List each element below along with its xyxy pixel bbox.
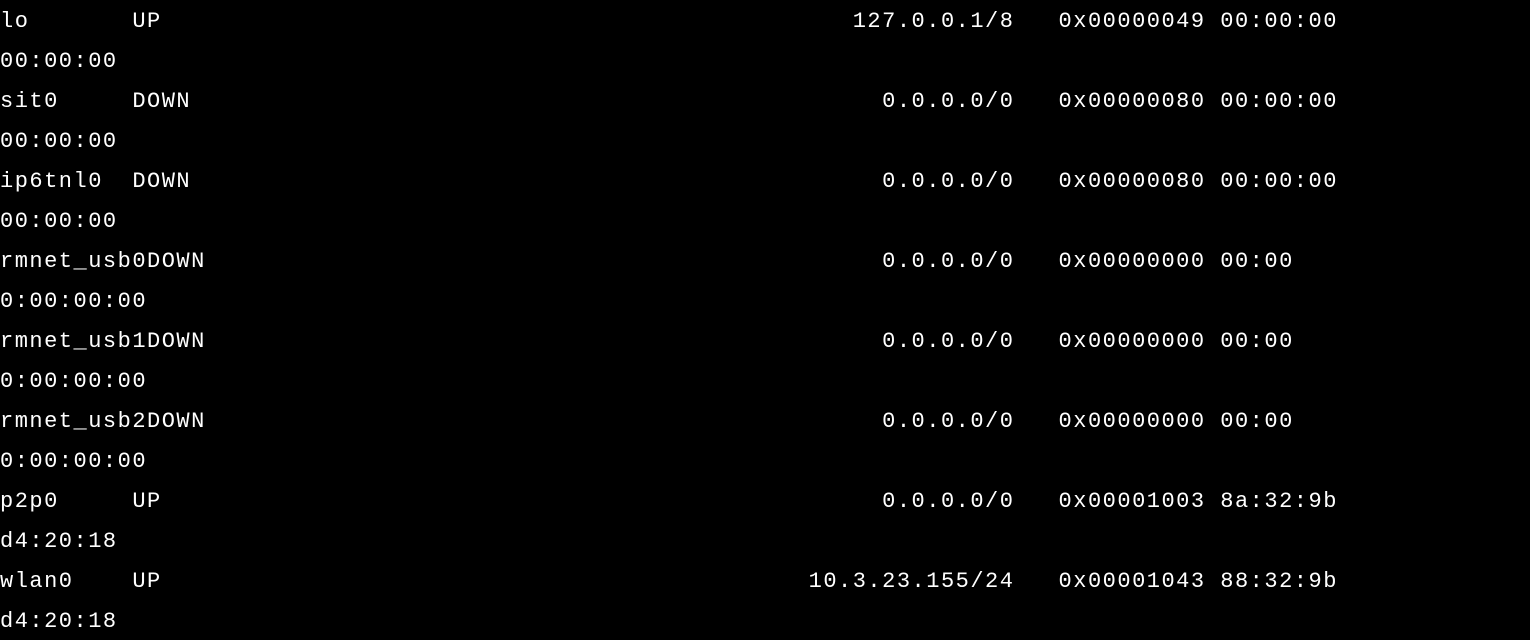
- netcfg-line-cont: 00:00:00: [0, 122, 1530, 162]
- netcfg-line-cont: 00:00:00: [0, 202, 1530, 242]
- netcfg-line: p2p0 UP 0.0.0.0/0 0x00001003 8a:32:9b: [0, 482, 1530, 522]
- netcfg-line: ip6tnl0 DOWN 0.0.0.0/0 0x00000080 00:00:…: [0, 162, 1530, 202]
- netcfg-line: lo UP 127.0.0.1/8 0x00000049 00:00:00: [0, 2, 1530, 42]
- netcfg-line: rmnet_usb1DOWN 0.0.0.0/0 0x00000000 00:0…: [0, 322, 1530, 362]
- netcfg-line-cont: 0:00:00:00: [0, 442, 1530, 482]
- netcfg-line: wlan0 UP 10.3.23.155/24 0x00001043 88:32…: [0, 562, 1530, 602]
- netcfg-line-cont: 00:00:00: [0, 42, 1530, 82]
- terminal-output: lo UP 127.0.0.1/8 0x00000049 00:00:0000:…: [0, 0, 1530, 640]
- netcfg-line: rmnet_usb0DOWN 0.0.0.0/0 0x00000000 00:0…: [0, 242, 1530, 282]
- netcfg-line-cont: 0:00:00:00: [0, 282, 1530, 322]
- netcfg-line: rmnet_usb2DOWN 0.0.0.0/0 0x00000000 00:0…: [0, 402, 1530, 442]
- netcfg-line-cont: d4:20:18: [0, 522, 1530, 562]
- netcfg-line-cont: 0:00:00:00: [0, 362, 1530, 402]
- netcfg-line: sit0 DOWN 0.0.0.0/0 0x00000080 00:00:00: [0, 82, 1530, 122]
- netcfg-line-cont: d4:20:18: [0, 602, 1530, 640]
